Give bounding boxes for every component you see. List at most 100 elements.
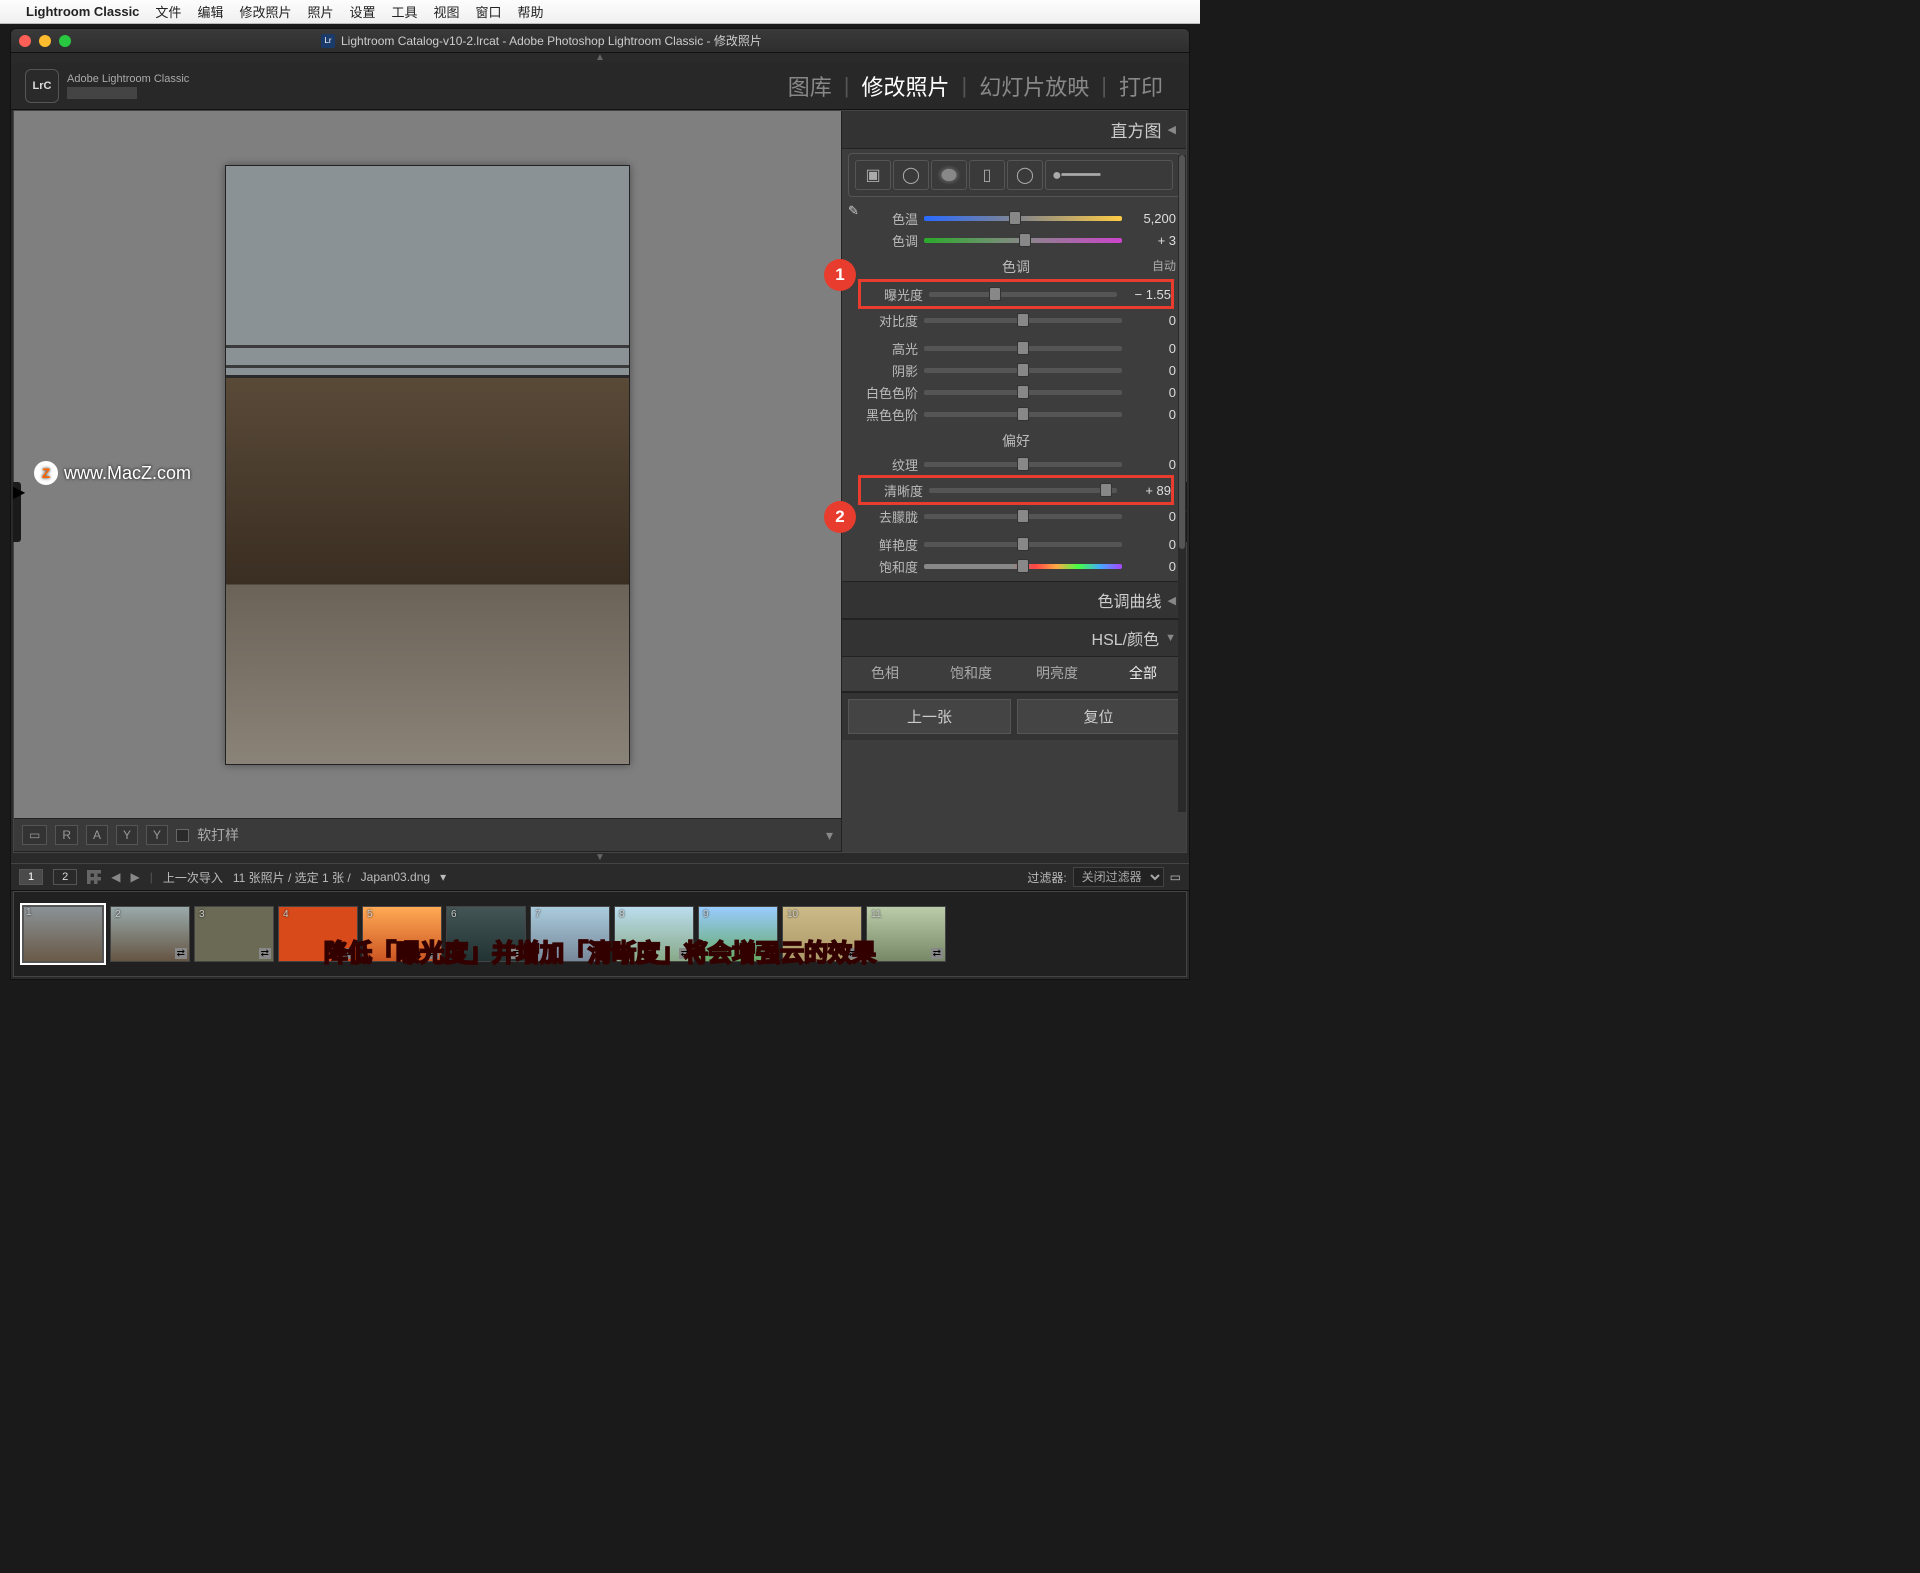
window-titlebar: Lr Lightroom Catalog-v10-2.lrcat - Adobe… — [11, 29, 1189, 53]
filename-dropdown-icon[interactable]: ▾ — [440, 870, 446, 884]
softproof-checkbox[interactable] — [176, 829, 189, 842]
presence-section-header: 偏好 — [856, 431, 1176, 451]
menu-file[interactable]: 文件 — [155, 2, 181, 21]
minimize-icon[interactable] — [39, 35, 51, 47]
app-name[interactable]: Lightroom Classic — [26, 4, 139, 19]
photo-canvas[interactable]: Z www.MacZ.com — [14, 111, 841, 818]
slider-highlights[interactable]: 高光 0 — [856, 337, 1176, 359]
filmstrip-context[interactable]: 上一次导入 — [163, 869, 223, 886]
redeye-tool[interactable] — [931, 160, 967, 190]
before-after-y2[interactable]: Y — [146, 825, 168, 845]
hsl-tab-hue[interactable]: 色相 — [842, 663, 928, 683]
eyedropper-icon[interactable]: ✎ — [848, 203, 859, 219]
brush-tool[interactable]: ●━━━━ — [1045, 160, 1173, 190]
spot-tool[interactable]: ◯ — [893, 160, 929, 190]
thumb-6[interactable]: 6⇄ — [446, 906, 526, 962]
panel-collapse-top[interactable]: ▲ — [11, 53, 1189, 63]
hsl-tab-all[interactable]: 全部 — [1100, 663, 1186, 683]
toolbar-menu-icon[interactable]: ▾ — [826, 827, 833, 844]
filmstrip[interactable]: 1 2⇄ 3⇄ 4⇄ 5⇄ 6⇄ 7⇄ 8⇄ 9⇄ 10⇄ 11⇄ 降低「曝光度… — [13, 891, 1187, 977]
menu-edit[interactable]: 编辑 — [197, 2, 223, 21]
monitor-tab-2[interactable]: 2 — [53, 869, 77, 885]
slider-texture[interactable]: 纹理 0 — [856, 453, 1176, 475]
thumb-5[interactable]: 5⇄ — [362, 906, 442, 962]
slider-dehaze[interactable]: 去朦胧 0 — [856, 505, 1176, 527]
before-after-y1[interactable]: Y — [116, 825, 138, 845]
thumb-2[interactable]: 2⇄ — [110, 906, 190, 962]
filter-label: 过滤器: — [1027, 869, 1066, 886]
filter-select[interactable]: 关闭过滤器 — [1073, 867, 1164, 887]
tool-strip: ▣ ◯ ▯ ◯ ●━━━━ — [848, 153, 1180, 197]
slider-clarity[interactable]: 清晰度 + 89 — [861, 479, 1171, 501]
zoom-icon[interactable] — [59, 35, 71, 47]
filmstrip-filename: Japan03.dng — [361, 870, 430, 884]
menu-tools[interactable]: 工具 — [392, 2, 418, 21]
thumb-3[interactable]: 3⇄ — [194, 906, 274, 962]
slider-vibrance[interactable]: 鲜艳度 0 — [856, 533, 1176, 555]
slider-whites[interactable]: 白色色阶 0 — [856, 381, 1176, 403]
softproof-label: 软打样 — [197, 825, 239, 845]
watermark-icon: Z — [34, 461, 58, 485]
menu-settings[interactable]: 设置 — [349, 2, 375, 21]
slider-tint[interactable]: 色调 + 3 — [856, 229, 1176, 251]
hsl-tab-sat[interactable]: 饱和度 — [928, 663, 1014, 683]
thumb-10[interactable]: 10⇄ — [782, 906, 862, 962]
slider-temp[interactable]: 色温 5,200 — [856, 207, 1176, 229]
thumb-7[interactable]: 7⇄ — [530, 906, 610, 962]
annotation-badge-2: 2 — [824, 501, 856, 533]
crop-tool[interactable]: ▣ — [855, 160, 891, 190]
thumb-1[interactable]: 1 — [20, 903, 106, 965]
photo-preview — [225, 165, 630, 765]
thumb-4[interactable]: 4⇄ — [278, 906, 358, 962]
monitor-tab-1[interactable]: 1 — [19, 869, 43, 885]
menu-window[interactable]: 窗口 — [476, 2, 502, 21]
nav-fwd-icon[interactable]: ▶ — [130, 870, 139, 884]
nav-back-icon[interactable]: ◀ — [111, 870, 120, 884]
thumb-8[interactable]: 8⇄ — [614, 906, 694, 962]
module-library[interactable]: 图库 — [776, 70, 844, 102]
grid-view-icon[interactable] — [87, 870, 101, 884]
watermark-text: www.MacZ.com — [64, 463, 191, 484]
slider-saturation[interactable]: 饱和度 0 — [856, 555, 1176, 577]
grad-tool[interactable]: ▯ — [969, 160, 1005, 190]
hsl-tab-lum[interactable]: 明亮度 — [1014, 663, 1100, 683]
loupe-view-button[interactable]: ▭ — [22, 825, 47, 845]
slider-exposure[interactable]: 曝光度 − 1.55 — [861, 283, 1171, 305]
thumb-9[interactable]: 9⇄ — [698, 906, 778, 962]
slider-blacks[interactable]: 黑色色阶 0 — [856, 403, 1176, 425]
histogram-header[interactable]: 直方图 ◀ — [842, 111, 1186, 149]
panel-collapse-bottom[interactable]: ▼ — [11, 853, 1189, 863]
module-slideshow[interactable]: 幻灯片放映 — [967, 70, 1101, 102]
module-print[interactable]: 打印 — [1107, 70, 1175, 102]
menu-view[interactable]: 视图 — [434, 2, 460, 21]
tone-section-header: 色调 自动 — [856, 257, 1176, 277]
menu-photo[interactable]: 照片 — [307, 2, 333, 21]
canvas-toolbar: ▭ R A Y Y 软打样 ▾ — [14, 818, 841, 852]
prev-photo-button[interactable]: 上一张 — [848, 699, 1011, 734]
lrc-badge: LrC — [25, 69, 59, 103]
identity-bar: LrC Adobe Lightroom Classic 图库 | 修改照片 | … — [11, 63, 1189, 110]
slider-shadows[interactable]: 阴影 0 — [856, 359, 1176, 381]
macos-menubar: Lightroom Classic 文件 编辑 修改照片 照片 设置 工具 视图… — [0, 0, 1200, 24]
close-icon[interactable] — [19, 35, 31, 47]
identity-subtext — [67, 87, 137, 99]
menu-develop[interactable]: 修改照片 — [239, 2, 291, 21]
radial-tool[interactable]: ◯ — [1007, 160, 1043, 190]
window-title: Lightroom Catalog-v10-2.lrcat - Adobe Ph… — [341, 32, 762, 49]
clarity-highlight: 清晰度 + 89 — [858, 475, 1174, 505]
annotation-badge-1: 1 — [824, 259, 856, 291]
app-window: Lr Lightroom Catalog-v10-2.lrcat - Adobe… — [10, 28, 1190, 980]
before-after-a[interactable]: A — [86, 825, 108, 845]
module-picker: 图库 | 修改照片 | 幻灯片放映 | 打印 — [776, 70, 1175, 102]
menu-help[interactable]: 帮助 — [518, 2, 544, 21]
tone-curve-header[interactable]: 色调曲线◀ — [842, 581, 1186, 619]
hsl-tabs: 色相 饱和度 明亮度 全部 — [842, 657, 1186, 692]
thumb-11[interactable]: 11⇄ — [866, 906, 946, 962]
filter-lock-icon[interactable]: ▭ — [1170, 870, 1181, 884]
before-after-r[interactable]: R — [55, 825, 78, 845]
slider-contrast[interactable]: 对比度 0 — [856, 309, 1176, 331]
module-develop[interactable]: 修改照片 — [850, 70, 962, 102]
hsl-header[interactable]: HSL/颜色▼ — [842, 619, 1186, 657]
reset-button[interactable]: 复位 — [1017, 699, 1180, 734]
auto-tone-button[interactable]: 自动 — [1152, 257, 1176, 274]
